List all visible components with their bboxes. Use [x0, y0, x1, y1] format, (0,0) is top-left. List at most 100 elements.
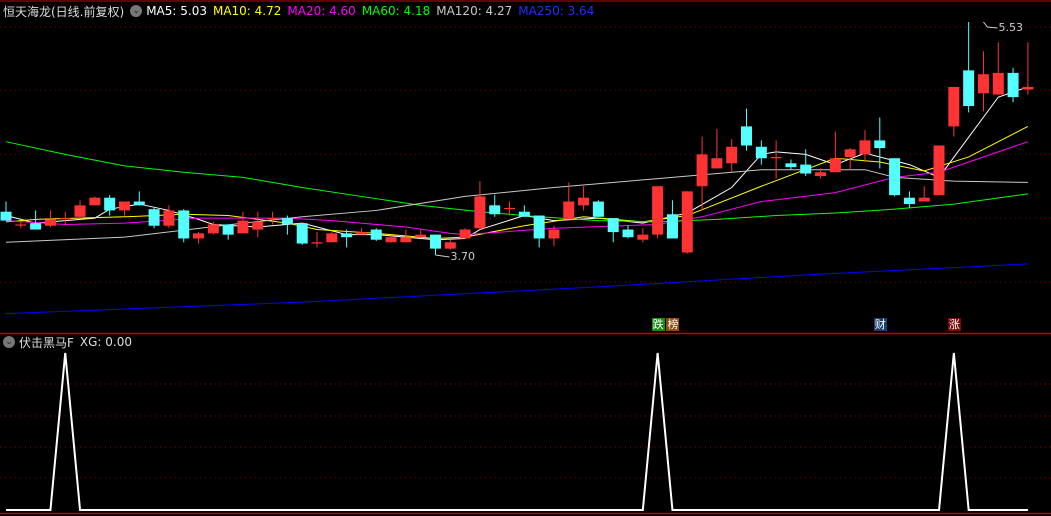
grid-lines: [0, 0, 1051, 515]
candle-body: [903, 197, 915, 205]
main-chart-header: 恒天海龙(日线.前复权) ⌄ MA5: 5.03 MA10: 4.72 MA20…: [3, 3, 600, 19]
candle[interactable]: [74, 200, 86, 217]
candle[interactable]: [326, 232, 338, 243]
candle[interactable]: [622, 225, 634, 239]
candle-body: [133, 201, 145, 206]
candle-body: [326, 233, 338, 243]
ma60-label: MA60: 4.18: [361, 4, 431, 18]
candle[interactable]: [267, 211, 279, 225]
candle[interactable]: [918, 186, 930, 202]
candle[interactable]: [652, 186, 664, 239]
candle-body: [489, 205, 501, 215]
candle-body: [681, 191, 693, 253]
candle[interactable]: [459, 228, 471, 239]
candle-body: [30, 223, 42, 230]
candle[interactable]: [1022, 42, 1034, 95]
candle-body: [163, 210, 175, 226]
candle[interactable]: [89, 196, 101, 206]
candle[interactable]: [533, 215, 545, 248]
ma120-label: MA120: 4.27: [436, 4, 513, 18]
event-marker[interactable]: 榜: [666, 318, 680, 331]
candle[interactable]: [607, 218, 619, 243]
candle[interactable]: [681, 191, 693, 254]
chevron-down-icon[interactable]: ⌄: [3, 336, 15, 348]
candle-body: [1007, 72, 1019, 98]
candle[interactable]: [592, 200, 604, 217]
candle[interactable]: [0, 201, 12, 221]
candle-body: [415, 234, 427, 238]
candle[interactable]: [741, 108, 752, 151]
candle[interactable]: [785, 159, 797, 170]
candle[interactable]: [133, 191, 145, 206]
candle-body: [281, 218, 293, 225]
stock-chart[interactable]: [0, 0, 1051, 516]
candle[interactable]: [178, 209, 190, 243]
candle[interactable]: [104, 195, 116, 216]
low-price-label: 3.70: [450, 250, 475, 263]
candle-body: [193, 233, 205, 239]
candle[interactable]: [207, 221, 219, 235]
candle-body: [741, 126, 752, 146]
candle[interactable]: [889, 158, 901, 197]
candle[interactable]: [385, 235, 397, 243]
candle[interactable]: [222, 224, 234, 240]
candle[interactable]: [992, 42, 1004, 95]
candle-body: [755, 146, 767, 159]
candle[interactable]: [429, 234, 441, 256]
candle[interactable]: [518, 205, 530, 217]
event-marker[interactable]: 涨: [947, 318, 961, 331]
candle-body: [385, 237, 397, 243]
candle[interactable]: [415, 229, 427, 238]
candle[interactable]: [800, 149, 812, 177]
candle[interactable]: [59, 211, 71, 225]
candle[interactable]: [666, 200, 678, 239]
candle[interactable]: [252, 211, 264, 238]
candle[interactable]: [755, 140, 767, 165]
candle[interactable]: [474, 181, 486, 230]
candle[interactable]: [237, 211, 249, 234]
candle[interactable]: [770, 140, 782, 179]
candle[interactable]: [355, 228, 367, 235]
candle[interactable]: [563, 182, 575, 220]
candle-body: [237, 220, 249, 234]
candle[interactable]: [296, 223, 308, 245]
candle-body: [341, 233, 353, 238]
candle[interactable]: [874, 117, 886, 169]
candle[interactable]: [311, 232, 323, 248]
candle[interactable]: [444, 239, 456, 250]
candlesticks[interactable]: [0, 22, 1034, 256]
candle[interactable]: [859, 130, 871, 163]
candle[interactable]: [193, 232, 205, 244]
chevron-down-icon[interactable]: ⌄: [130, 5, 143, 17]
candle-body: [74, 205, 86, 217]
candle[interactable]: [711, 128, 723, 169]
candle[interactable]: [977, 51, 989, 112]
candle[interactable]: [637, 228, 649, 243]
candle[interactable]: [726, 139, 738, 173]
candle[interactable]: [163, 205, 175, 229]
candle[interactable]: [696, 136, 708, 211]
candle-body: [429, 234, 441, 249]
candle[interactable]: [15, 221, 27, 229]
candle-body: [563, 201, 575, 220]
candle[interactable]: [370, 228, 382, 241]
candle-body: [977, 74, 989, 94]
candle[interactable]: [963, 22, 975, 113]
candle-body: [963, 70, 975, 107]
candle[interactable]: [829, 131, 841, 173]
candle[interactable]: [341, 229, 353, 248]
candle[interactable]: [489, 195, 501, 217]
candle[interactable]: [1007, 67, 1019, 103]
candle[interactable]: [948, 86, 960, 137]
event-marker[interactable]: 跌: [651, 318, 665, 331]
candle[interactable]: [118, 201, 130, 216]
candle[interactable]: [578, 186, 590, 211]
candle-body: [44, 219, 56, 226]
candle[interactable]: [148, 207, 160, 229]
candle[interactable]: [933, 145, 945, 196]
candle-body: [267, 218, 279, 220]
candle[interactable]: [903, 191, 915, 208]
ma20-label: MA20: 4.60: [287, 4, 356, 18]
candle-body: [59, 218, 71, 220]
event-marker[interactable]: 财: [873, 318, 887, 331]
